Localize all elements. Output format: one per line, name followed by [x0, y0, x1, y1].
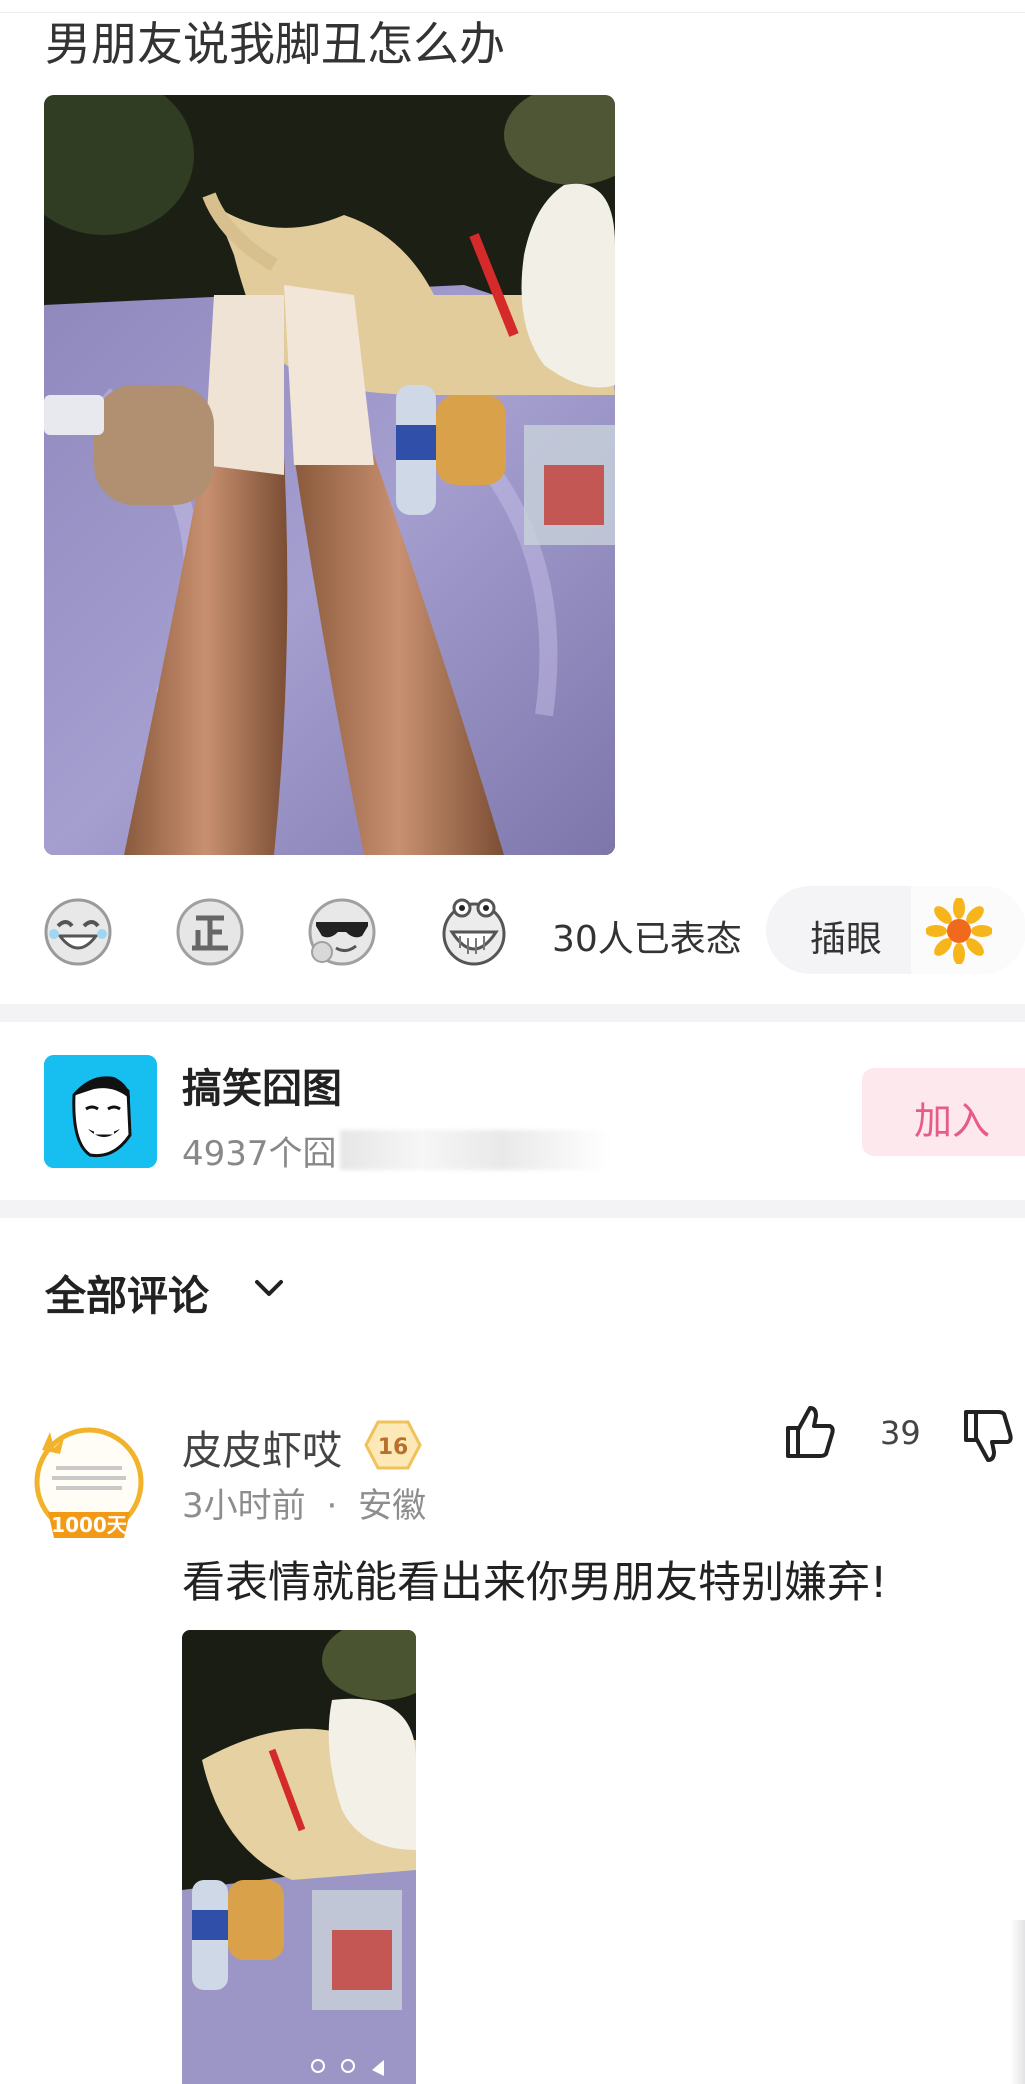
edge-shadow [1010, 1920, 1025, 2084]
meta-separator: · [326, 1486, 338, 1526]
avatar[interactable]: 1000天 [30, 1420, 148, 1548]
group-name[interactable]: 搞笑囧图 [182, 1056, 342, 1114]
commenter-name[interactable]: 皮皮虾哎 [182, 1418, 342, 1476]
blurred-text [340, 1130, 610, 1170]
level-number: 16 [378, 1435, 409, 1460]
comment-location: 安徽 [358, 1486, 427, 1526]
sunglasses-emoji-icon[interactable] [306, 896, 378, 968]
group-avatar[interactable] [44, 1055, 157, 1168]
comment-item: 1000天 皮皮虾哎 16 3小时前 · 安徽 看表情就能看出来你男朋友特别嫌弃… [0, 1400, 1025, 2084]
comment-text: 看表情就能看出来你男朋友特别嫌弃! [182, 1558, 888, 1608]
thumbs-down-icon[interactable] [962, 1408, 1014, 1464]
section-divider [0, 1004, 1025, 1022]
pill-label: 插眼 [810, 919, 883, 960]
comments-title: 全部评论 [45, 1272, 209, 1320]
chevron-down-icon [251, 1270, 287, 1306]
join-label: 加入 [914, 1099, 991, 1143]
group-card[interactable]: 搞笑囧图 4937个囧 加入 [0, 1022, 1025, 1202]
reaction-count: 30人已表态 [552, 919, 742, 960]
comment-meta: 3小时前 · 安徽 [182, 1478, 426, 1527]
badge-text: 1000天 [51, 1513, 128, 1537]
comments-sort-dropdown[interactable]: 全部评论 [45, 1262, 283, 1320]
laughing-emoji-icon[interactable] [42, 896, 114, 968]
group-subtitle: 4937个囧 [182, 1134, 337, 1174]
comment-photo[interactable] [182, 1630, 416, 2084]
join-button[interactable]: 加入 [862, 1068, 1025, 1156]
bookmark-reaction-button[interactable]: 插眼 [766, 886, 1025, 974]
section-divider [0, 1200, 1025, 1218]
post-title: 男朋友说我脚丑怎么办 [45, 17, 505, 71]
sunflower-icon [925, 897, 993, 965]
level-badge: 16 [364, 1420, 422, 1470]
like-count: 39 [880, 1414, 921, 1452]
reaction-bar: 30人已表态 插眼 [0, 880, 1025, 978]
thumbs-up-icon[interactable] [784, 1404, 836, 1460]
comment-time: 3小时前 [182, 1486, 306, 1526]
post-photo[interactable] [44, 95, 615, 855]
grinning-emoji-icon[interactable] [438, 896, 510, 968]
zheng-emoji-icon[interactable] [174, 896, 246, 968]
